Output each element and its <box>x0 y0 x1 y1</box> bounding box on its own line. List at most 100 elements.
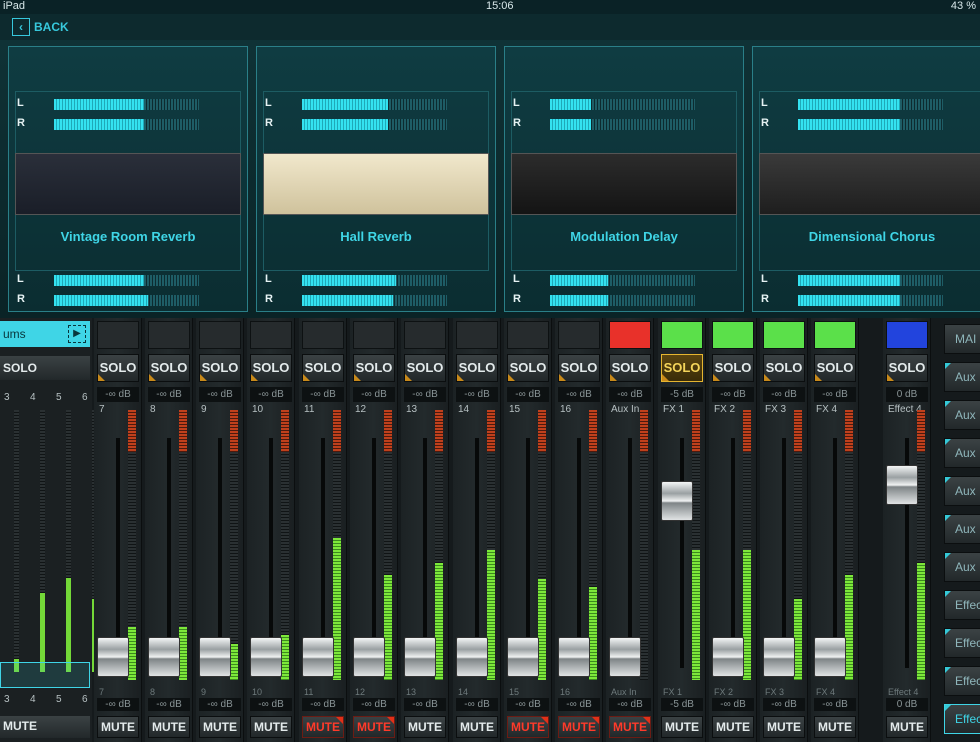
channel-color-tag[interactable] <box>609 321 651 349</box>
channel-color-tag[interactable] <box>661 321 703 349</box>
solo-button[interactable]: SOLO <box>404 354 446 382</box>
group-mute-button[interactable]: MUTE <box>0 716 90 738</box>
play-icon[interactable]: ▶ <box>68 325 86 343</box>
mute-button[interactable]: MUTE <box>712 716 754 738</box>
plugin-faceplate[interactable] <box>263 153 489 215</box>
bus-button[interactable]: Aux <box>944 400 980 430</box>
solo-button[interactable]: SOLO <box>199 354 241 382</box>
fader-knob[interactable] <box>712 636 744 677</box>
group-fader-selection[interactable] <box>0 662 90 688</box>
bus-button[interactable]: Effec <box>944 666 980 696</box>
bus-button[interactable]: Aux <box>944 438 980 468</box>
mute-button[interactable]: MUTE <box>353 716 395 738</box>
fader-knob[interactable] <box>250 636 282 677</box>
fader-knob[interactable] <box>199 636 231 677</box>
group-tab[interactable]: ums ▶ <box>0 321 90 347</box>
channel-color-tag[interactable] <box>712 321 754 349</box>
plugin-faceplate[interactable] <box>15 153 241 215</box>
solo-button[interactable]: SOLO <box>558 354 600 382</box>
back-button[interactable]: ‹ BACK <box>12 17 69 37</box>
channel-color-tag[interactable] <box>558 321 600 349</box>
fader-track <box>731 438 735 668</box>
mute-button[interactable]: MUTE <box>763 716 805 738</box>
bus-button[interactable]: Aux <box>944 476 980 506</box>
solo-button[interactable]: SOLO <box>97 354 139 382</box>
solo-button[interactable]: SOLO <box>661 354 703 382</box>
channel-label: L <box>513 273 520 285</box>
mute-button[interactable]: MUTE <box>814 716 856 738</box>
solo-button[interactable]: SOLO <box>814 354 856 382</box>
fader-knob[interactable] <box>661 480 693 521</box>
channel-color-tag[interactable] <box>507 321 549 349</box>
channel-color-tag[interactable] <box>814 321 856 349</box>
channel-color-tag[interactable] <box>404 321 446 349</box>
solo-button[interactable]: SOLO <box>609 354 651 382</box>
channel-color-tag[interactable] <box>97 321 139 349</box>
solo-button[interactable]: SOLO <box>456 354 498 382</box>
mute-button[interactable]: MUTE <box>886 716 928 738</box>
fader-knob[interactable] <box>609 636 641 677</box>
fader-knob[interactable] <box>97 636 129 677</box>
fader-knob[interactable] <box>404 636 436 677</box>
mute-button[interactable]: MUTE <box>507 716 549 738</box>
mute-button[interactable]: MUTE <box>148 716 190 738</box>
bus-button[interactable]: Effec <box>944 704 980 734</box>
mute-button[interactable]: MUTE <box>558 716 600 738</box>
fader-knob[interactable] <box>886 465 918 506</box>
channel-level-meter <box>179 410 187 680</box>
mute-button[interactable]: MUTE <box>199 716 241 738</box>
fader-knob[interactable] <box>814 636 846 677</box>
channel-color-tag[interactable] <box>763 321 805 349</box>
meter-fill <box>798 295 900 306</box>
fader-knob[interactable] <box>148 636 180 677</box>
mute-button[interactable]: MUTE <box>97 716 139 738</box>
channel-color-tag[interactable] <box>456 321 498 349</box>
fader-knob[interactable] <box>507 636 539 677</box>
group-solo-button[interactable]: SOLO <box>0 356 90 380</box>
solo-button[interactable]: SOLO <box>712 354 754 382</box>
bus-corner-marker <box>945 439 951 445</box>
bus-button[interactable]: Aux <box>944 552 980 582</box>
solo-button[interactable]: SOLO <box>507 354 549 382</box>
fx-panel[interactable]: L R L R Vintage Room Reverb <box>8 46 248 312</box>
solo-corner-marker <box>303 374 310 381</box>
plugin-faceplate[interactable] <box>511 153 737 215</box>
channel-color-tag[interactable] <box>250 321 292 349</box>
fader-knob[interactable] <box>763 636 795 677</box>
channel-color-tag[interactable] <box>199 321 241 349</box>
solo-button[interactable]: SOLO <box>250 354 292 382</box>
fx-panel[interactable]: L R L R Hall Reverb <box>256 46 496 312</box>
fx-panel[interactable]: L R L R Modulation Delay <box>504 46 744 312</box>
solo-button[interactable]: SOLO <box>353 354 395 382</box>
channel-strip: SOLO -∞ dB 7 7 -∞ dB MUTE <box>94 318 142 742</box>
mute-button[interactable]: MUTE <box>661 716 703 738</box>
channel-color-tag[interactable] <box>148 321 190 349</box>
channel-level-meter <box>794 410 802 680</box>
solo-button[interactable]: SOLO <box>302 354 344 382</box>
bus-button[interactable]: MAI <box>944 324 980 354</box>
solo-corner-marker <box>764 374 771 381</box>
fader-knob[interactable] <box>558 636 590 677</box>
solo-button[interactable]: SOLO <box>763 354 805 382</box>
meter-fill <box>589 586 597 680</box>
mute-button[interactable]: MUTE <box>609 716 651 738</box>
bus-button-label: Aux <box>955 484 976 498</box>
fx-panel[interactable]: L R L R Dimensional Chorus <box>752 46 980 312</box>
bus-button[interactable]: Effec <box>944 628 980 658</box>
bus-button[interactable]: Effec <box>944 590 980 620</box>
plugin-faceplate[interactable] <box>759 153 980 215</box>
fader-knob[interactable] <box>302 636 334 677</box>
bus-button[interactable]: Aux <box>944 514 980 544</box>
channel-color-tag[interactable] <box>302 321 344 349</box>
mute-button[interactable]: MUTE <box>456 716 498 738</box>
solo-button[interactable]: SOLO <box>886 354 928 382</box>
channel-color-tag[interactable] <box>886 321 928 349</box>
mute-button[interactable]: MUTE <box>404 716 446 738</box>
solo-button[interactable]: SOLO <box>148 354 190 382</box>
bus-button[interactable]: Aux <box>944 362 980 392</box>
fader-knob[interactable] <box>456 636 488 677</box>
fader-knob[interactable] <box>353 636 385 677</box>
channel-color-tag[interactable] <box>353 321 395 349</box>
mute-button[interactable]: MUTE <box>250 716 292 738</box>
mute-button[interactable]: MUTE <box>302 716 344 738</box>
